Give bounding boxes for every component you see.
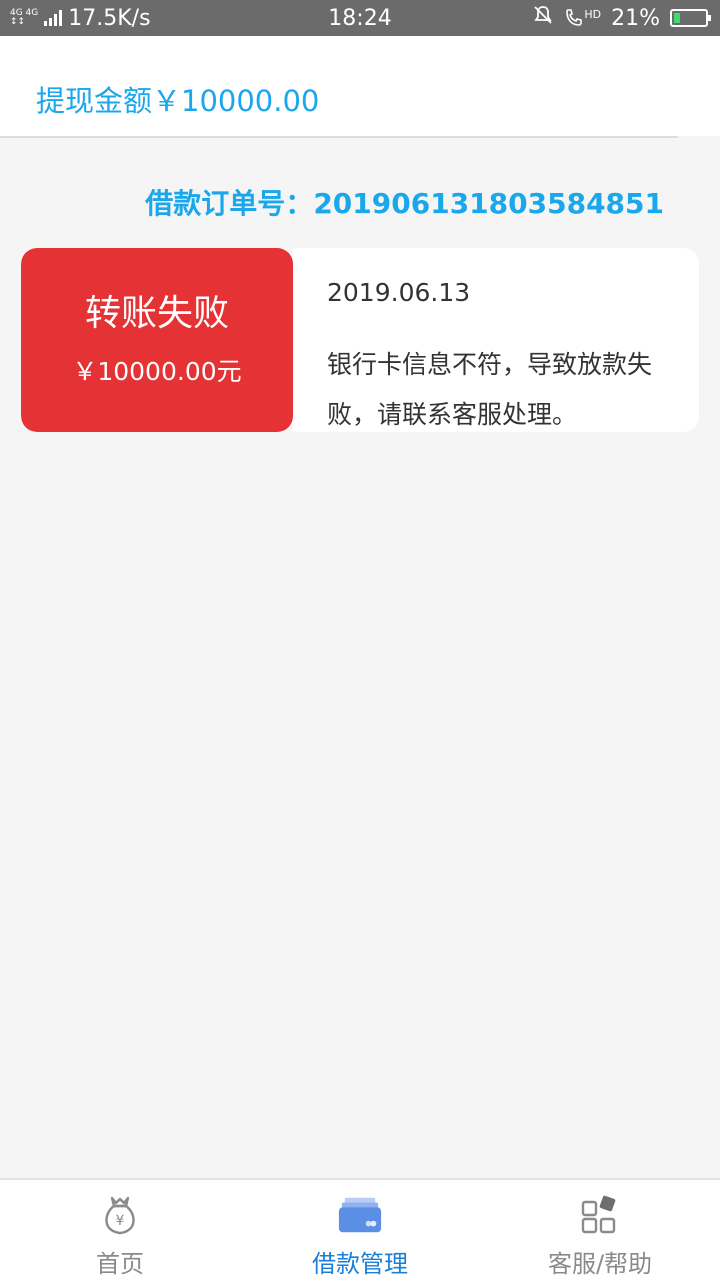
mute-bell-icon: [532, 4, 554, 32]
record-status-panel: 转账失败 ￥10000.00元: [21, 248, 293, 432]
network-speed: 17.5K/s: [68, 5, 151, 31]
money-bag-icon: ¥: [97, 1192, 143, 1238]
status-left: 4G 4G ↕↕ 17.5K/s: [10, 0, 151, 36]
record-date: 2019.06.13: [327, 278, 471, 307]
signal-icon: [44, 10, 63, 26]
record-detail-panel: 2019.06.13 银行卡信息不符，导致放款失败，请联系客服处理。: [293, 248, 699, 432]
data-arrows-icon: ↕↕: [10, 17, 26, 27]
bottom-nav: ¥ 首页 借款管理 客服/帮助: [0, 1178, 720, 1280]
nav-label-loan-management: 借款管理: [312, 1250, 408, 1278]
header-divider: [0, 136, 678, 138]
nav-label-service-help: 客服/帮助: [547, 1250, 653, 1278]
grid-icon: [577, 1192, 623, 1238]
order-number: 借款订单号：201906131803584851: [145, 182, 664, 222]
order-number-value: 201906131803584851: [313, 187, 664, 220]
transfer-amount: ￥10000.00元: [72, 357, 242, 386]
nav-item-loan-management[interactable]: 借款管理: [240, 1180, 480, 1280]
battery-fill: [674, 13, 681, 23]
record-message: 银行卡信息不符，导致放款失败，请联系客服处理。: [327, 350, 653, 429]
nav-item-home[interactable]: ¥ 首页: [0, 1180, 240, 1280]
nav-label-home: 首页: [96, 1250, 144, 1278]
card-icon: [337, 1192, 383, 1238]
withdraw-amount-title: 提现金额￥10000.00: [36, 84, 320, 118]
transfer-status: 转账失败: [84, 293, 229, 334]
hd-call-icon: HD: [564, 8, 601, 28]
status-bar: 4G 4G ↕↕ 17.5K/s 18:24 HD 21%: [0, 0, 720, 36]
svg-text:¥: ¥: [116, 1213, 125, 1229]
status-right: HD 21%: [532, 0, 711, 36]
hd-label: HD: [584, 8, 602, 21]
header: 提现金额￥10000.00: [0, 36, 720, 136]
battery-percent: 21%: [611, 5, 660, 31]
transfer-record-card[interactable]: 转账失败 ￥10000.00元 2019.06.13 银行卡信息不符，导致放款失…: [21, 248, 699, 432]
order-number-label: 借款订单号：: [145, 187, 314, 220]
network-type: 4G 4G ↕↕: [10, 9, 38, 27]
nav-item-service-help[interactable]: 客服/帮助: [480, 1180, 720, 1280]
battery-icon: [670, 9, 711, 27]
